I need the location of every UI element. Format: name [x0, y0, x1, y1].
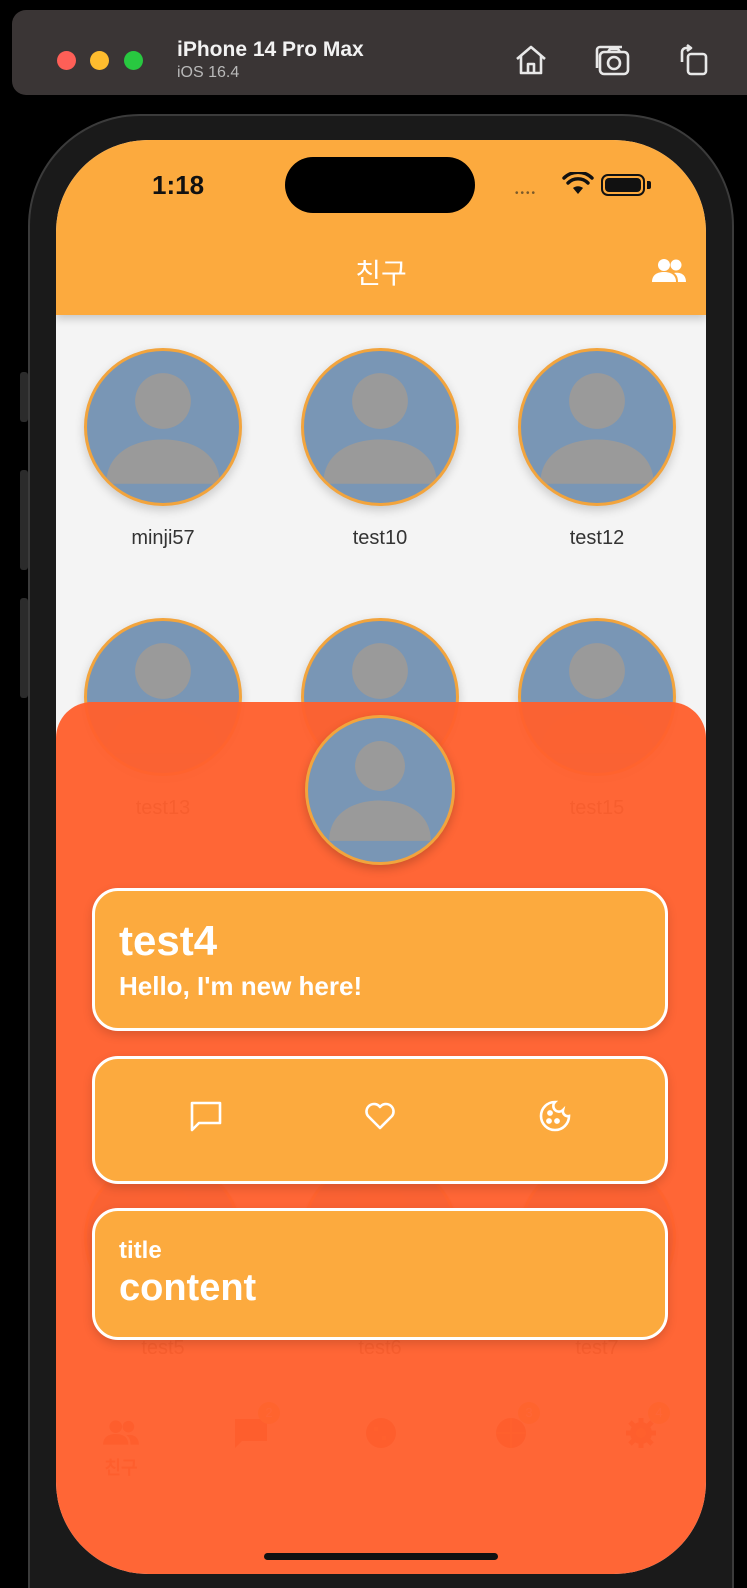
post-content: content: [119, 1267, 257, 1309]
avatar: [84, 348, 242, 506]
post-title: title: [119, 1237, 162, 1264]
home-indicator[interactable]: [264, 1553, 498, 1560]
heart-icon[interactable]: [363, 1099, 397, 1133]
battery-icon: [601, 174, 645, 196]
silent-switch: [20, 372, 28, 422]
profile-sheet[interactable]: test4 Hello, I'm new here! title content: [56, 702, 706, 1574]
screenshot-icon[interactable]: [594, 42, 632, 78]
app-screen: 1:18 •••• 친구 minji57 test10 test12 test4…: [56, 140, 706, 1574]
status-time: 1:18: [152, 170, 205, 200]
home-icon[interactable]: [512, 42, 550, 78]
profile-post-card[interactable]: title content: [92, 1208, 668, 1340]
os-version: iOS 16.4: [177, 64, 240, 81]
profile-name: test4: [119, 917, 218, 964]
close-window-button[interactable]: [57, 51, 76, 70]
profile-actions-card: [92, 1056, 668, 1184]
rotate-icon[interactable]: [674, 42, 712, 78]
dynamic-island: [285, 157, 475, 213]
volume-up-button: [20, 470, 28, 570]
device-name: iPhone 14 Pro Max: [177, 38, 364, 61]
avatar: [518, 348, 676, 506]
profile-status-message: Hello, I'm new here!: [119, 971, 363, 1001]
zoom-window-button[interactable]: [124, 51, 143, 70]
avatar: [301, 348, 459, 506]
volume-down-button: [20, 598, 28, 698]
friend-name: test10: [352, 527, 408, 549]
friend-item[interactable]: minji57: [80, 348, 246, 550]
wifi-icon: [562, 172, 594, 194]
cellular-signal-icon: ••••: [515, 188, 538, 199]
chat-icon[interactable]: [189, 1099, 223, 1133]
profile-info-card: test4 Hello, I'm new here!: [92, 888, 668, 1031]
app-header: 1:18 •••• 친구: [56, 140, 706, 315]
people-icon[interactable]: [651, 256, 687, 286]
cookie-icon[interactable]: [538, 1099, 572, 1133]
battery-cap: [647, 181, 651, 189]
simulator-toolbar: iPhone 14 Pro Max iOS 16.4: [12, 10, 747, 95]
friend-name: test12: [569, 527, 625, 549]
friend-name: minji57: [131, 527, 195, 549]
friend-item[interactable]: test12: [514, 348, 680, 550]
page-title: 친구: [355, 258, 407, 289]
friend-item[interactable]: test10: [297, 348, 463, 550]
minimize-window-button[interactable]: [90, 51, 109, 70]
profile-avatar: [305, 715, 455, 865]
